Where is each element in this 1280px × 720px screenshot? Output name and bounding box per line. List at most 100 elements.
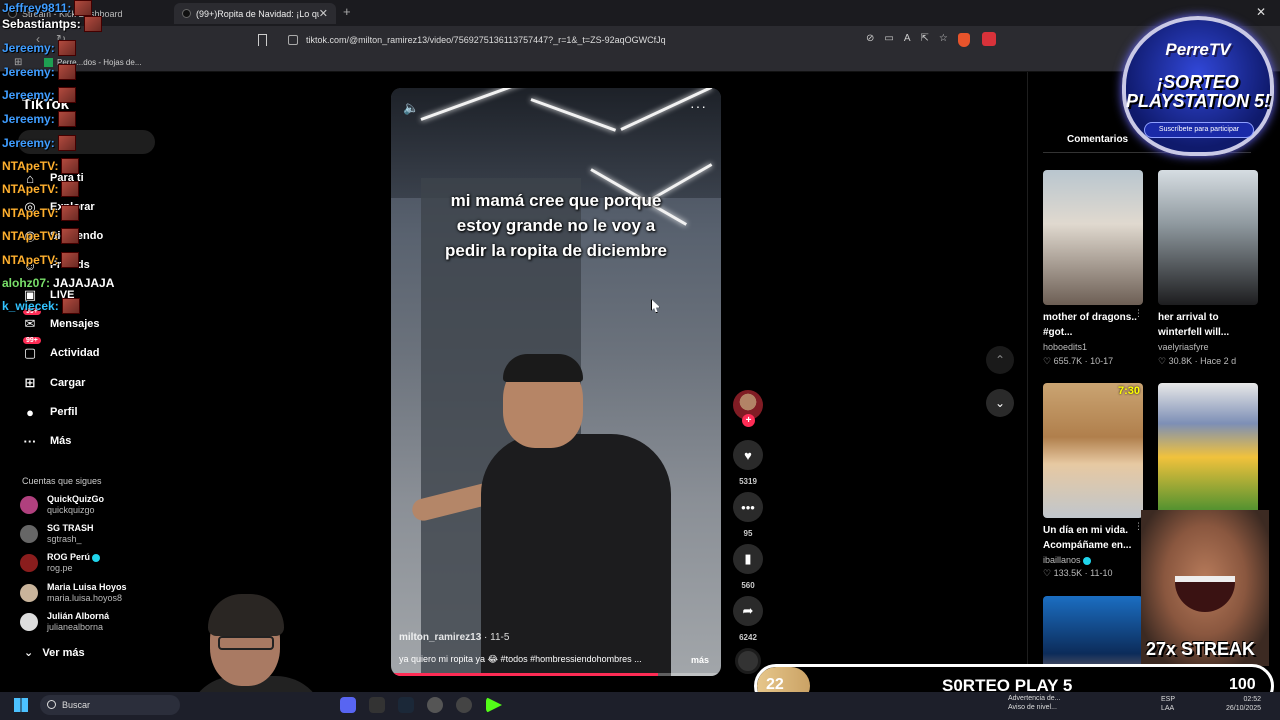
following-account[interactable]: SG TRASH sgtrash_ bbox=[20, 523, 94, 545]
activity-badge: 99+ bbox=[23, 337, 41, 344]
discord-icon[interactable] bbox=[340, 697, 356, 713]
chat-username: NTApeTV: bbox=[2, 182, 59, 196]
avatar bbox=[20, 496, 38, 514]
video-description: ya quiero mi ropita ya 😂 #todos #hombres… bbox=[399, 654, 642, 664]
related-video-thumbnail[interactable] bbox=[1158, 170, 1258, 305]
video-player[interactable]: mi mamá cree que porque estoy grande no … bbox=[391, 88, 721, 676]
volume-icon[interactable]: 🔈 bbox=[403, 100, 419, 116]
chevron-down-icon: ⌄ bbox=[24, 647, 43, 659]
verified-icon bbox=[1082, 556, 1091, 565]
nav-cargar[interactable]: ⊞ Cargar bbox=[22, 375, 86, 391]
chevron-down-icon: ⌄ bbox=[994, 396, 1006, 410]
related-video-thumbnail[interactable] bbox=[1158, 383, 1258, 518]
chat-username: Jeffrey9811: bbox=[2, 1, 72, 15]
app-icon[interactable] bbox=[369, 697, 385, 713]
bookmark-icon[interactable] bbox=[258, 34, 267, 46]
tab-tiktok-video[interactable]: (99+)Ropita de Navidad: ¡Lo que ✕ bbox=[174, 3, 336, 24]
chat-emote-icon bbox=[57, 111, 76, 127]
chevron-up-icon: ⌃ bbox=[994, 353, 1006, 367]
address-bar-tools[interactable]: ⊘▭A⇱☆ bbox=[866, 33, 958, 44]
heart-outline-icon: ♡ bbox=[1158, 356, 1167, 366]
following-account[interactable]: ROG Perú rog.pe bbox=[20, 552, 101, 574]
chat-message: Jereemy: bbox=[2, 40, 76, 56]
related-video-stats: ♡ 133.5K · 11-10 bbox=[1043, 568, 1113, 578]
nav-mas[interactable]: ··· Más bbox=[22, 433, 72, 449]
nav-perfil[interactable]: ● Perfil bbox=[22, 404, 77, 420]
chat-message: Jereemy: bbox=[2, 64, 76, 80]
giveaway-badge: PerreTV ¡SORTEO PLAYSTATION 5! Suscríbet… bbox=[1118, 10, 1278, 160]
app-icon[interactable] bbox=[427, 697, 443, 713]
chat-emote-icon bbox=[83, 16, 102, 32]
video-person bbox=[409, 354, 681, 676]
related-video-thumbnail[interactable] bbox=[1043, 170, 1143, 305]
avatar bbox=[20, 554, 38, 572]
chat-emote-icon bbox=[57, 64, 76, 80]
app-icon[interactable] bbox=[456, 697, 472, 713]
taskbar-search[interactable]: Buscar bbox=[40, 695, 180, 715]
clock[interactable]: 02:52 26/10/2025 bbox=[1226, 695, 1261, 713]
avatar bbox=[20, 584, 38, 602]
steam-icon[interactable] bbox=[398, 697, 414, 713]
nav-mensajes[interactable]: ✉ 99+ Mensajes bbox=[22, 308, 100, 332]
upload-icon: ⊞ bbox=[24, 375, 36, 390]
chat-username: Jereemy: bbox=[2, 65, 55, 79]
share-button[interactable]: ➦ 6242 bbox=[733, 596, 763, 642]
chat-message: k_wiecek: bbox=[2, 298, 80, 314]
windows-taskbar bbox=[0, 692, 1280, 720]
system-notice[interactable]: Advertencia de... Aviso de nivel... bbox=[1008, 694, 1061, 712]
new-tab-icon[interactable]: + bbox=[343, 4, 351, 19]
nav-actividad[interactable]: ▢ 99+ Actividad bbox=[22, 337, 100, 361]
card-more-icon[interactable]: ⋮ bbox=[1134, 308, 1143, 319]
video-more-link[interactable]: más bbox=[691, 655, 709, 665]
chat-username: NTApeTV: bbox=[2, 159, 59, 173]
related-video-thumbnail[interactable]: 7:30 bbox=[1043, 383, 1143, 518]
related-video-author[interactable]: vaelyriasfyre bbox=[1158, 342, 1209, 352]
chat-username: NTApeTV: bbox=[2, 229, 59, 243]
site-info-icon[interactable] bbox=[288, 35, 298, 45]
chat-emote-icon bbox=[57, 40, 76, 56]
chat-emote-icon bbox=[61, 252, 80, 268]
related-video-title[interactable]: mother of dragons.. #got... bbox=[1043, 310, 1143, 340]
follow-plus-icon[interactable]: + bbox=[742, 414, 755, 427]
see-more-link[interactable]: ⌄ Ver más bbox=[24, 646, 85, 659]
video-username[interactable]: milton_ramirez13 · 11-5 bbox=[399, 632, 509, 643]
following-account[interactable]: QuickQuizGo quickquizgo bbox=[20, 494, 104, 516]
like-button[interactable]: ♥ 5319 bbox=[733, 440, 763, 486]
save-button[interactable]: ▮ 560 bbox=[733, 544, 763, 590]
close-tab-icon[interactable]: ✕ bbox=[319, 7, 328, 20]
chat-emote-icon bbox=[57, 135, 76, 151]
chat-message: Sebastiantps: bbox=[2, 16, 102, 32]
chat-username: k_wiecek: bbox=[2, 299, 59, 313]
bookmark-fill-icon: ▮ bbox=[733, 544, 763, 574]
following-account[interactable]: Maria Luisa Hoyos maria.luisa.hoyos8 bbox=[20, 582, 127, 604]
previous-video-button[interactable]: ⌃ bbox=[986, 346, 1014, 374]
related-video-title[interactable]: her arrival to winterfell will... bbox=[1158, 310, 1258, 340]
brave-shield-icon[interactable] bbox=[958, 33, 970, 47]
perretv-logo: PerreTV bbox=[1165, 40, 1231, 59]
music-disc-icon[interactable] bbox=[735, 648, 761, 674]
next-video-button[interactable]: ⌄ bbox=[986, 389, 1014, 417]
chat-message: Jereemy: bbox=[2, 111, 76, 127]
related-video-title[interactable]: Un día en mi vida. Acompáñame en... bbox=[1043, 523, 1143, 553]
comment-button[interactable]: ••• 95 bbox=[733, 492, 763, 538]
heart-outline-icon: ♡ bbox=[1043, 356, 1052, 366]
related-video-author[interactable]: hoboedits1 bbox=[1043, 342, 1087, 352]
chat-username: alohz07: bbox=[2, 276, 51, 290]
giveaway-title: ¡SORTEO PLAYSTATION 5! bbox=[1126, 72, 1270, 111]
chat-username: NTApeTV: bbox=[2, 253, 59, 267]
streak-label: 27x STREAK bbox=[1146, 639, 1256, 659]
windows-start-icon[interactable] bbox=[14, 698, 28, 712]
chat-message: NTApeTV: bbox=[2, 205, 80, 221]
language-indicator[interactable]: ESP LAA bbox=[1161, 695, 1175, 713]
bookmarks-bar bbox=[0, 54, 1280, 72]
video-more-icon[interactable]: ··· bbox=[690, 98, 707, 114]
extension-icon[interactable] bbox=[982, 32, 996, 46]
chat-message: Jereemy: bbox=[2, 135, 76, 151]
video-progress-bar[interactable] bbox=[391, 673, 721, 676]
verified-icon bbox=[92, 553, 101, 562]
chat-username: Sebastiantps: bbox=[2, 17, 81, 31]
following-title: Cuentas que sigues bbox=[22, 476, 102, 486]
chat-message: alohz07: JAJAJAJA bbox=[2, 276, 114, 290]
following-account[interactable]: Julián Alborná julianealborna bbox=[20, 611, 109, 633]
related-video-author[interactable]: ibaillanos bbox=[1043, 555, 1091, 565]
